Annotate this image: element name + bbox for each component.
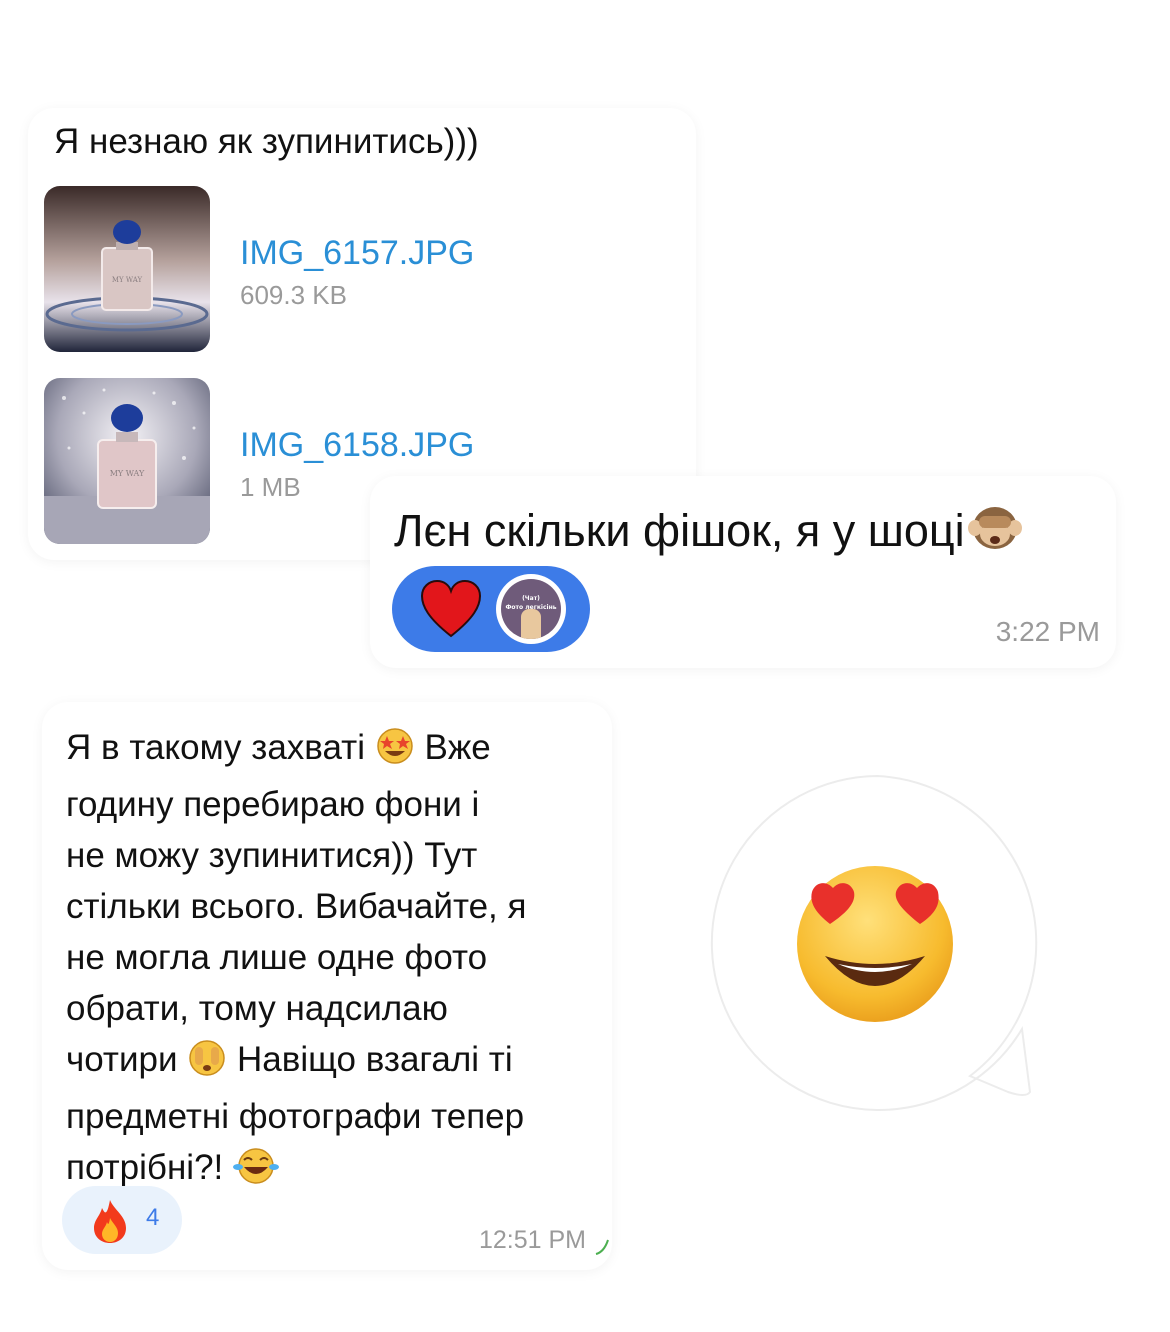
message-text: Я в такому захваті Вже годину перебираю … bbox=[66, 722, 526, 1199]
file-thumbnail[interactable]: MY WAY bbox=[44, 378, 210, 544]
message-line: годину перебираю фони і bbox=[66, 785, 480, 824]
message-bubble: Лєн скільки фішок, я у шоці (Чат) Фото л… bbox=[370, 476, 1116, 668]
reaction-fire-button[interactable]: 4 bbox=[62, 1186, 182, 1254]
message-line: Вже bbox=[424, 728, 491, 767]
file-size: 1 MB bbox=[240, 472, 301, 502]
message-line: чотири bbox=[66, 1040, 178, 1079]
file-attachment[interactable]: MY WAY IMG_6157.JPG 609.3 KB bbox=[44, 186, 684, 352]
avatar-label: (Чат) bbox=[522, 595, 540, 602]
message-line: Я в такому захваті bbox=[66, 728, 365, 767]
message-line: потрібні?! bbox=[66, 1148, 224, 1187]
file-thumbnail[interactable]: MY WAY bbox=[44, 186, 210, 352]
star-struck-icon bbox=[375, 727, 415, 779]
thumb-label: MY WAY bbox=[112, 276, 143, 284]
avatar[interactable]: (Чат) Фото легкісінь bbox=[496, 574, 566, 644]
file-name[interactable]: IMG_6157.JPG bbox=[240, 234, 474, 273]
message-time: 3:22 PM bbox=[995, 616, 1100, 647]
fire-icon bbox=[94, 1200, 126, 1243]
message-text-content: Лєн скільки фішок, я у шоці bbox=[394, 505, 965, 556]
message-caption: Я незнаю як зупинитись))) bbox=[54, 122, 479, 161]
message-bubble: Я в такому захваті Вже годину перебираю … bbox=[42, 702, 612, 1270]
thumb-label: MY WAY bbox=[110, 469, 145, 478]
avatar-label: Фото легкісінь bbox=[505, 604, 557, 611]
message-line: Навіщо взагалі ті bbox=[237, 1040, 513, 1079]
sticker[interactable] bbox=[708, 774, 1046, 1112]
message-line: не могла лише одне фото bbox=[66, 938, 488, 977]
tears-of-joy-icon bbox=[233, 1147, 279, 1199]
face-with-hand-over-eyes-icon bbox=[187, 1039, 227, 1091]
file-size: 609.3 KB bbox=[240, 280, 347, 310]
reaction-heart-button[interactable]: (Чат) Фото легкісінь bbox=[392, 566, 590, 652]
message-line: не можу зупинитися)) Тут bbox=[66, 836, 478, 875]
heart-icon bbox=[420, 580, 482, 638]
message-time: 12:51 PM bbox=[478, 1226, 586, 1254]
message-line: предметні фотографи тепер bbox=[66, 1097, 525, 1136]
reaction-count: 4 bbox=[146, 1204, 160, 1231]
read-check-icon bbox=[595, 1239, 609, 1255]
message-line: стільки всього. Вибачайте, я bbox=[66, 887, 527, 926]
see-no-evil-monkey-icon bbox=[965, 498, 1025, 563]
heart-eyes-face-icon bbox=[710, 774, 1038, 1111]
message-text: Лєн скільки фішок, я у шоці bbox=[394, 498, 1025, 563]
file-name[interactable]: IMG_6158.JPG bbox=[240, 426, 474, 465]
message-line: обрати, тому надсилаю bbox=[66, 989, 448, 1028]
